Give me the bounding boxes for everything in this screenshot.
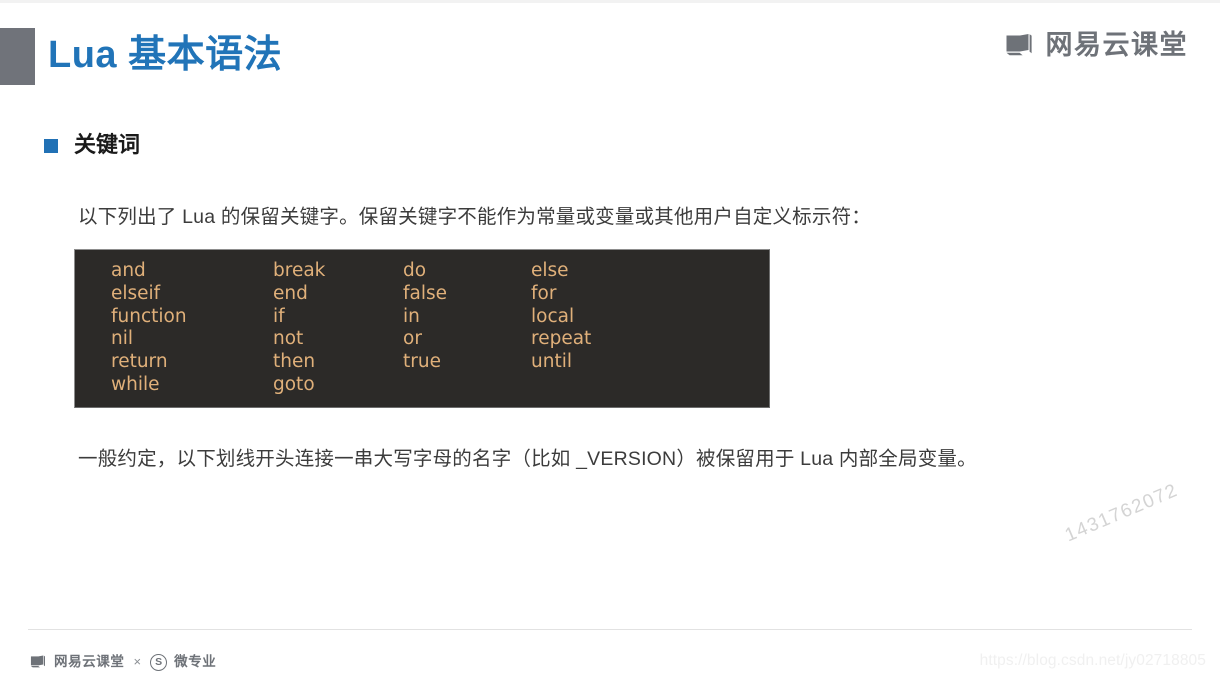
- footer-separator: ×: [133, 654, 142, 669]
- keyword-code-block: and elseif function nil return while bre…: [74, 249, 770, 408]
- keyword-item: then: [273, 351, 316, 373]
- circled-s-icon: S: [150, 653, 168, 671]
- open-book-icon: [30, 655, 47, 669]
- slide-canvas: Lua 基本语法 网易云课堂 关键词 以下列出了 Lua 的保留关键字。保留关键…: [0, 0, 1220, 680]
- keyword-item: else: [531, 260, 569, 281]
- footer-divider: [28, 629, 1192, 630]
- square-bullet-icon: [44, 139, 58, 153]
- keyword-item: for: [531, 282, 557, 304]
- keyword-column-1: and elseif function nil return while: [111, 260, 187, 397]
- keyword-item: end: [273, 282, 308, 304]
- keyword-item: nil: [111, 328, 134, 350]
- keyword-column-4: else for local repeat until: [531, 260, 591, 374]
- footer-sub-brand: 微专业: [174, 654, 217, 669]
- slide-header: Lua 基本语法 网易云课堂: [0, 0, 1220, 105]
- title-accent-marker: [0, 28, 35, 85]
- keyword-item: elseif: [111, 282, 161, 304]
- page-title: Lua 基本语法: [48, 34, 283, 76]
- section-heading-label: 关键词: [74, 132, 141, 157]
- open-book-icon: [1005, 33, 1035, 58]
- slide-footer: 网易云课堂 × S 微专业: [30, 652, 216, 672]
- intro-paragraph: 以下列出了 Lua 的保留关键字。保留关键字不能作为常量或变量或其他用户自定义标…: [78, 206, 871, 228]
- keyword-columns: and elseif function nil return while bre…: [75, 260, 769, 407]
- keyword-item: do: [403, 260, 427, 281]
- keyword-item: in: [403, 305, 420, 327]
- keyword-item: break: [273, 260, 326, 281]
- keyword-item: while: [111, 373, 160, 395]
- keyword-item: function: [111, 305, 187, 327]
- watermark-number: 1431762072: [1062, 479, 1182, 547]
- keyword-column-3: do false in or true: [403, 260, 447, 374]
- keyword-column-2: break end if not then goto: [273, 260, 325, 397]
- keyword-item: local: [531, 305, 575, 327]
- section-heading-row: 关键词: [44, 130, 140, 160]
- keyword-item: true: [403, 351, 441, 373]
- keyword-item: and: [111, 260, 146, 281]
- keyword-item: until: [531, 351, 572, 373]
- note-paragraph: 一般约定，以下划线开头连接一串大写字母的名字（比如 _VERSION）被保留用于…: [78, 448, 977, 470]
- keyword-item: if: [273, 305, 285, 327]
- keyword-item: or: [403, 328, 422, 350]
- keyword-item: goto: [273, 373, 315, 395]
- keyword-item: repeat: [531, 328, 592, 350]
- keyword-item: not: [273, 328, 304, 350]
- keyword-item: return: [111, 351, 168, 373]
- footer-brand: 网易云课堂: [54, 654, 125, 669]
- keyword-item: false: [403, 282, 448, 304]
- watermark-url: https://blog.csdn.net/jy02718805: [979, 652, 1206, 669]
- brand-logo: 网易云课堂: [1005, 30, 1189, 60]
- brand-name: 网易云课堂: [1045, 30, 1188, 60]
